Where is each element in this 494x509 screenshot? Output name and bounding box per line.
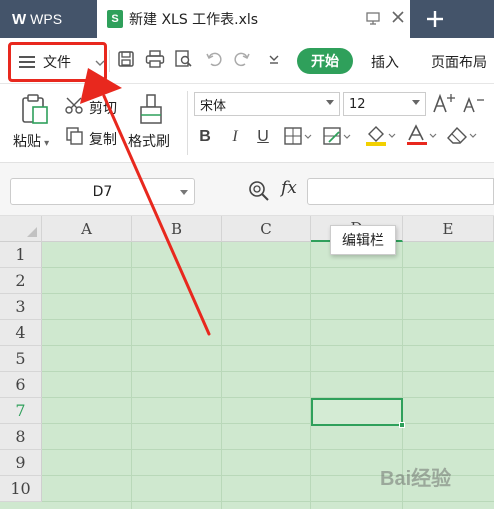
row-header-9[interactable]: 9 <box>0 450 42 476</box>
row-header-3[interactable]: 3 <box>0 294 42 320</box>
row-header-10[interactable]: 10 <box>0 476 42 502</box>
row-header-8[interactable]: 8 <box>0 424 42 450</box>
active-cell[interactable] <box>311 398 405 428</box>
increase-font-icon[interactable] <box>432 92 456 118</box>
redo-icon[interactable] <box>231 48 253 70</box>
row-header-7[interactable]: 7 <box>0 398 42 424</box>
fill-format-icon[interactable] <box>323 126 351 150</box>
cut-icon[interactable] <box>65 97 85 119</box>
document-tab[interactable]: S 新建 XLS 工作表.xls <box>97 0 410 38</box>
file-menu-button[interactable]: 文件 <box>8 42 107 82</box>
tab-page-layout[interactable]: 页面布局 <box>431 52 487 72</box>
row-header-4[interactable]: 4 <box>0 320 42 346</box>
formula-bar-tooltip: 编辑栏 <box>330 225 396 255</box>
paste-icon[interactable] <box>20 93 50 129</box>
grid-line <box>42 293 494 294</box>
column-header-c[interactable]: C <box>222 216 311 242</box>
copy-button[interactable]: 复制 <box>89 129 117 149</box>
row-header-2[interactable]: 2 <box>0 268 42 294</box>
menu-divider <box>109 50 110 72</box>
grid-line <box>42 319 494 320</box>
cut-button[interactable]: 剪切 <box>89 98 117 118</box>
bold-icon[interactable]: B <box>196 127 214 147</box>
hamburger-icon <box>19 56 35 68</box>
font-color-icon[interactable] <box>406 124 438 150</box>
name-box-value: D7 <box>92 183 113 200</box>
save-icon[interactable] <box>115 48 137 70</box>
baidu-watermark: Bai经验 <box>380 468 452 490</box>
app-name: WPS <box>30 11 63 27</box>
grid-line <box>221 242 222 509</box>
new-tab-button[interactable] <box>414 0 456 38</box>
column-header-a[interactable]: A <box>42 216 132 242</box>
grid-line <box>42 423 494 424</box>
print-icon[interactable] <box>144 48 166 70</box>
clear-format-icon[interactable] <box>446 124 478 150</box>
tab-insert[interactable]: 插入 <box>371 52 399 72</box>
format-painter-button[interactable]: 格式刷 <box>128 131 170 151</box>
formula-input[interactable] <box>307 178 494 205</box>
wps-home-tab[interactable]: W WPS <box>0 0 95 38</box>
print-preview-icon[interactable] <box>173 48 195 70</box>
row-header-6[interactable]: 6 <box>0 372 42 398</box>
italic-icon[interactable]: I <box>226 127 244 147</box>
column-header-e[interactable]: E <box>403 216 494 242</box>
window-mode-icon[interactable] <box>366 11 380 29</box>
column-header-b[interactable]: B <box>132 216 222 242</box>
insert-function-button[interactable]: fx <box>281 178 297 198</box>
grid-line <box>42 501 494 502</box>
borders-icon[interactable] <box>284 126 312 150</box>
row-header-5[interactable]: 5 <box>0 346 42 372</box>
copy-icon[interactable] <box>66 127 84 149</box>
grid-line <box>42 449 494 450</box>
paste-button[interactable]: 粘贴 ▾ <box>13 131 49 151</box>
chevron-down-icon[interactable] <box>95 57 105 71</box>
font-size-value: 12 <box>349 96 366 112</box>
decrease-font-icon[interactable] <box>462 94 486 118</box>
ribbon-divider <box>187 91 188 155</box>
zoom-search-icon[interactable] <box>248 180 270 206</box>
grid-line <box>131 242 132 509</box>
grid-line <box>42 345 494 346</box>
file-menu-label: 文件 <box>43 55 71 71</box>
undo-icon[interactable] <box>203 48 225 70</box>
customize-toolbar-icon[interactable] <box>263 48 285 70</box>
plus-icon <box>427 11 443 27</box>
font-size-select[interactable]: 12 <box>343 92 426 116</box>
document-tab-title: 新建 XLS 工作表.xls <box>129 12 259 28</box>
close-tab-icon[interactable] <box>392 11 404 29</box>
select-all-corner[interactable] <box>0 216 42 242</box>
fill-color-icon[interactable] <box>365 124 397 150</box>
name-box[interactable]: D7 <box>10 178 195 205</box>
font-name-value: 宋体 <box>200 98 227 114</box>
spreadsheet-icon: S <box>107 10 123 28</box>
fill-handle[interactable] <box>399 422 405 428</box>
tab-start[interactable]: 开始 <box>297 48 353 74</box>
font-name-select[interactable]: 宋体 <box>194 92 340 116</box>
grid-line <box>42 267 494 268</box>
wps-logo-icon: W <box>12 10 27 28</box>
paste-label: 粘贴 <box>13 134 41 150</box>
row-header-1[interactable]: 1 <box>0 242 42 268</box>
underline-icon[interactable]: U <box>254 127 272 147</box>
grid-line <box>42 397 494 398</box>
format-painter-icon[interactable] <box>138 93 164 129</box>
grid-line <box>310 242 311 509</box>
grid-line <box>42 371 494 372</box>
